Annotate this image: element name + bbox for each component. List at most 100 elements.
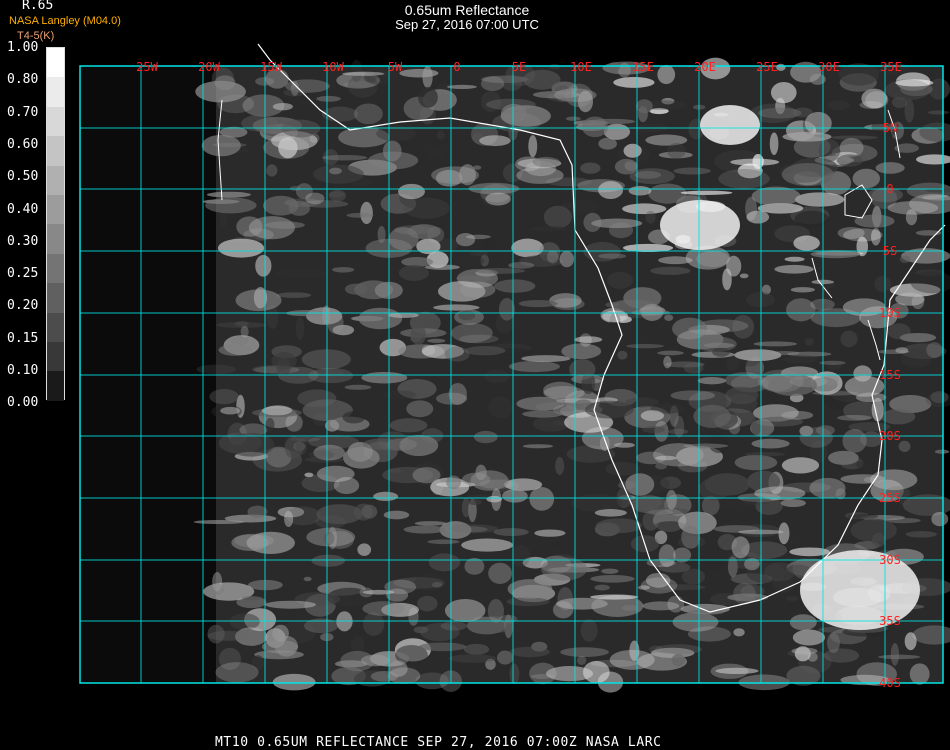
cloud-patch: [316, 504, 363, 525]
cloud-patch: [313, 164, 364, 184]
cloud-patch: [590, 574, 635, 583]
cloud-patch: [342, 71, 385, 76]
cloud-patch: [461, 538, 514, 552]
cloud-patch: [358, 307, 403, 330]
cloud-patch: [614, 158, 638, 175]
longitude-label: 15E: [632, 60, 654, 74]
cloud-patch: [617, 350, 628, 360]
cloud-patch: [534, 529, 566, 537]
cloud-patch: [629, 168, 675, 185]
cloud-patch: [708, 433, 730, 454]
cloud-patch: [664, 314, 674, 322]
cloud-patch: [581, 116, 609, 138]
cloud-patch: [488, 396, 513, 419]
cloud-patch: [208, 583, 224, 596]
cloud-patch: [344, 384, 372, 390]
cloud-patch: [305, 192, 325, 205]
cloud-patch: [398, 183, 425, 200]
colorbar-label: 0.30: [7, 233, 39, 249]
cloud-patch: [295, 316, 305, 341]
cloud-patch: [628, 186, 652, 196]
longitude-label: 5E: [512, 60, 526, 74]
footer-caption: MT10 0.65UM REFLECTANCE SEP 27, 2016 07:…: [215, 735, 662, 750]
cloud-patch: [823, 648, 860, 663]
cloud-patch: [583, 660, 610, 684]
cloud-patch: [827, 100, 850, 111]
cloud-patch: [871, 532, 886, 548]
cloud-patch: [265, 417, 275, 432]
cloud-patch: [304, 472, 314, 478]
cloud-patch: [769, 132, 779, 156]
cloud-patch: [362, 601, 405, 616]
cloud-patch: [871, 228, 881, 246]
longitude-label: 15W: [260, 60, 282, 74]
cloud-patch: [580, 162, 601, 174]
cloud-patch: [444, 346, 470, 362]
cloud-patch: [744, 94, 768, 103]
cloud-patch: [328, 191, 345, 198]
cloud-patch: [789, 536, 802, 545]
cloud-patch: [595, 518, 643, 534]
cloud-patch: [645, 134, 688, 146]
cloud-patch: [594, 584, 610, 591]
cloud-patch: [791, 647, 818, 655]
cloud-patch: [383, 510, 410, 520]
cloud-patch: [781, 410, 814, 420]
cloud-patch: [808, 308, 849, 323]
cloud-patch: [485, 192, 511, 206]
cloud-patch: [751, 416, 762, 436]
cloud-patch: [734, 454, 778, 471]
cloud-patch: [458, 310, 476, 321]
bright-cloud: [800, 550, 920, 630]
colorbar-segment: [47, 136, 64, 166]
longitude-label: 25W: [136, 60, 158, 74]
cloud-patch: [470, 250, 489, 257]
cloud-patch: [422, 65, 433, 89]
latitude-label: 35S: [879, 614, 901, 628]
cloud-patch: [607, 271, 634, 289]
cloud-patch: [576, 655, 587, 665]
cloud-patch: [899, 255, 911, 263]
cloud-patch: [234, 320, 249, 327]
cloud-patch: [388, 667, 421, 685]
cloud-patch: [852, 168, 880, 189]
cloud-patch: [757, 107, 802, 119]
cloud-patch: [744, 452, 786, 457]
cloud-patch: [303, 576, 312, 582]
cloud-patch: [870, 469, 918, 491]
cloud-patch: [403, 197, 450, 219]
cloud-patch: [487, 599, 504, 623]
cloud-patch: [263, 135, 310, 160]
cloud-patch: [555, 456, 565, 476]
cloud-patch: [598, 253, 627, 259]
cloud-patch: [333, 477, 360, 495]
cloud-patch: [368, 151, 419, 170]
cloud-patch: [605, 461, 640, 476]
cloud-patch: [494, 279, 536, 293]
cloud-patch: [934, 449, 950, 454]
cloud-patch: [463, 643, 490, 655]
cloud-patch: [622, 203, 667, 215]
cloud-patch: [930, 391, 949, 404]
cloud-patch: [382, 466, 434, 484]
cloud-patch: [697, 377, 727, 385]
cloud-patch: [574, 336, 603, 343]
cloud-patch: [196, 364, 236, 375]
page-title: 0.65um Reflectance: [404, 2, 530, 18]
cloud-patch: [502, 489, 528, 503]
colorbar-segment: [47, 371, 64, 401]
cloud-patch: [470, 623, 512, 634]
cloud-patch: [479, 135, 511, 147]
cloud-patch: [671, 653, 685, 667]
cloud-patch: [549, 541, 565, 548]
cloud-patch: [625, 473, 655, 496]
cloud-patch: [261, 640, 299, 654]
cloud-patch: [645, 211, 656, 224]
cloud-patch: [350, 635, 365, 654]
cloud-patch: [789, 547, 830, 557]
cloud-patch: [837, 414, 872, 421]
colorbar-segment: [47, 224, 64, 254]
cloud-patch: [230, 336, 249, 346]
cloud-patch: [878, 654, 921, 660]
cloud-patch: [666, 143, 686, 159]
